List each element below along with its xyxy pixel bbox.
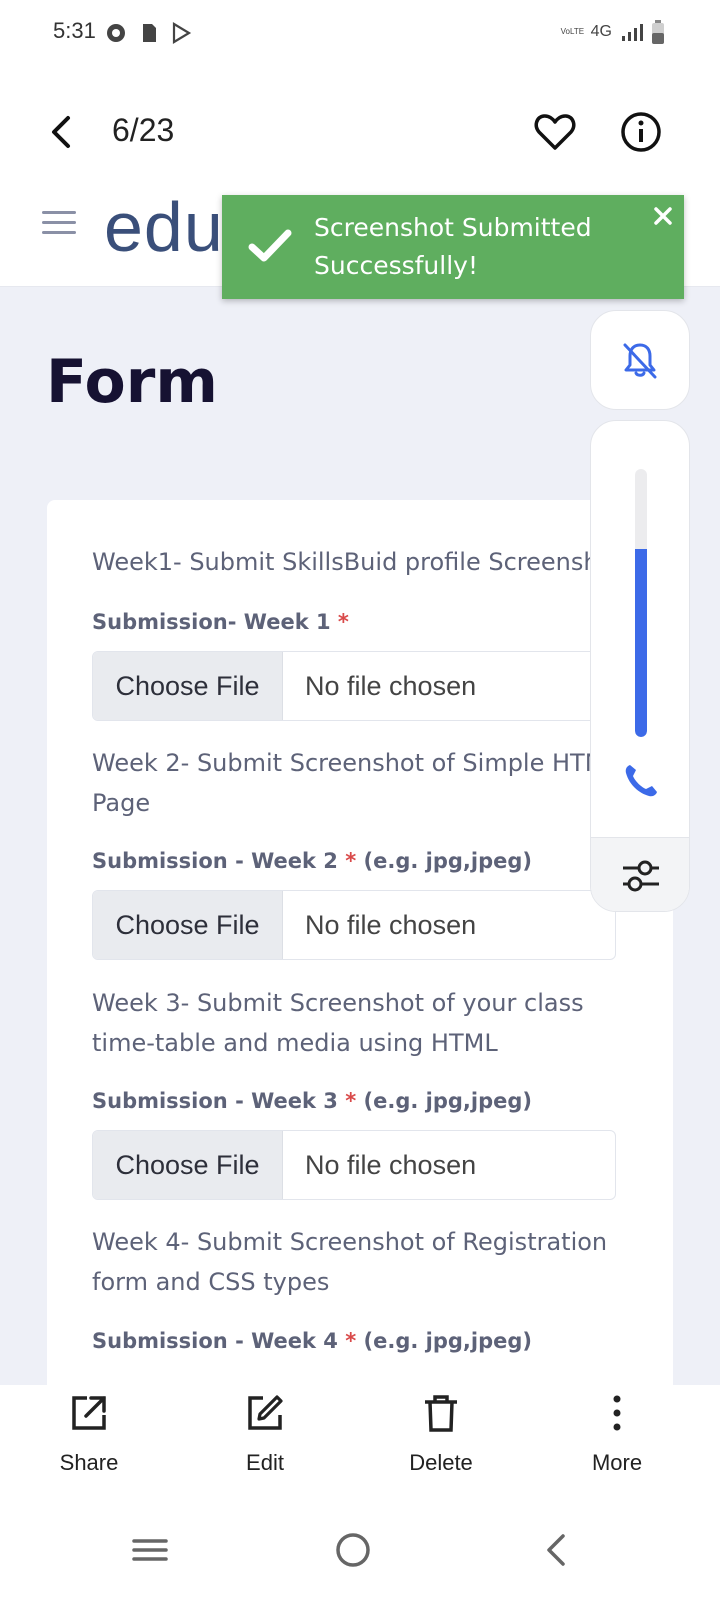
question-2-line-2: Page bbox=[92, 789, 151, 817]
question-2-label: Submission - Week 2 * (e.g. jpg,jpeg) bbox=[92, 849, 532, 873]
format-hint: (e.g. jpg,jpeg) bbox=[363, 1089, 532, 1113]
label-text: Submission - Week 2 bbox=[92, 849, 338, 873]
signal-icon bbox=[622, 24, 643, 41]
week-1-file-input[interactable]: Choose File No file chosen bbox=[92, 651, 616, 721]
hamburger-menu-icon[interactable] bbox=[42, 211, 78, 237]
volume-panel bbox=[590, 420, 690, 912]
volume-slider-fill bbox=[635, 549, 647, 737]
bell-off-icon bbox=[623, 343, 657, 379]
question-1-text: Week1- Submit SkillsBuid profile Screens… bbox=[92, 548, 599, 576]
question-3-label: Submission - Week 3 * (e.g. jpg,jpeg) bbox=[92, 1089, 532, 1113]
week-3-file-input[interactable]: Choose File No file chosen bbox=[92, 1130, 616, 1200]
format-hint: (e.g. jpg,jpeg) bbox=[363, 849, 532, 873]
question-4-label: Submission - Week 4 * (e.g. jpg,jpeg) bbox=[92, 1329, 532, 1353]
choose-file-button[interactable]: Choose File bbox=[93, 1131, 283, 1199]
status-time: 5:31 bbox=[53, 18, 96, 43]
screen: 5:31 VoLTE 4G 6/23 edunet foundation For… bbox=[0, 0, 720, 1600]
share-label: Share bbox=[59, 1450, 119, 1475]
more-button[interactable]: More bbox=[547, 1385, 687, 1500]
checkmark-icon bbox=[248, 229, 292, 262]
file-status: No file chosen bbox=[305, 1149, 477, 1180]
status-right: VoLTE 4G bbox=[561, 20, 664, 44]
question-3-line-2: time-table and media using HTML bbox=[92, 1029, 498, 1057]
edit-label: Edit bbox=[246, 1450, 284, 1475]
share-icon bbox=[72, 1396, 106, 1430]
play-store-icon bbox=[172, 22, 192, 44]
system-nav-bar bbox=[0, 1500, 720, 1600]
shield-icon bbox=[107, 24, 125, 42]
success-toast: Screenshot Submitted Successfully! bbox=[222, 195, 684, 299]
file-status: No file chosen bbox=[305, 909, 477, 940]
back-arrow-icon[interactable] bbox=[40, 110, 84, 154]
network-label: 4G bbox=[590, 23, 612, 40]
toast-message: Screenshot Submitted Successfully! bbox=[314, 213, 592, 280]
question-2-line-1: Week 2- Submit Screenshot of Simple HTM bbox=[92, 749, 606, 777]
file-status: No file chosen bbox=[305, 670, 477, 701]
trash-icon bbox=[425, 1395, 457, 1432]
required-marker: * bbox=[345, 1329, 357, 1353]
required-marker: * bbox=[345, 849, 357, 873]
share-button[interactable]: Share bbox=[19, 1385, 159, 1500]
week-2-file-input[interactable]: Choose File No file chosen bbox=[92, 890, 616, 960]
choose-file-button[interactable]: Choose File bbox=[93, 891, 283, 959]
more-label: More bbox=[591, 1450, 643, 1475]
heart-icon[interactable] bbox=[533, 110, 577, 154]
page-title: Form bbox=[46, 347, 218, 417]
more-vert-icon bbox=[613, 1395, 621, 1431]
label-text: Submission - Week 3 bbox=[92, 1089, 338, 1113]
format-hint: (e.g. jpg,jpeg) bbox=[363, 1329, 532, 1353]
recent-apps-icon[interactable] bbox=[128, 1528, 172, 1572]
question-4-text: Week 4- Submit Screenshot of Registratio… bbox=[92, 1222, 632, 1302]
required-marker: * bbox=[337, 610, 349, 634]
phone-icon bbox=[625, 765, 657, 797]
delete-label: Delete bbox=[409, 1450, 473, 1475]
question-3-line-1: Week 3- Submit Screenshot of your class bbox=[92, 989, 584, 1017]
close-icon[interactable] bbox=[652, 205, 674, 227]
viewer-top-bar: 6/23 bbox=[0, 70, 720, 195]
home-icon[interactable] bbox=[331, 1528, 375, 1572]
sd-card-icon bbox=[143, 24, 156, 42]
nav-back-icon[interactable] bbox=[535, 1528, 579, 1572]
label-text: Submission- Week 1 bbox=[92, 610, 331, 634]
edit-button[interactable]: Edit bbox=[195, 1385, 335, 1500]
action-bar: Share Edit Delete More bbox=[0, 1385, 720, 1500]
info-icon[interactable] bbox=[619, 110, 663, 154]
page-counter: 6/23 bbox=[112, 112, 175, 148]
volte-label: VoLTE bbox=[560, 27, 585, 36]
required-marker: * bbox=[345, 1089, 357, 1113]
sliders-icon bbox=[623, 860, 659, 891]
question-4-line-2: form and CSS types bbox=[92, 1268, 330, 1296]
question-4-line-1: Week 4- Submit Screenshot of Registratio… bbox=[92, 1228, 608, 1256]
question-2-text: Week 2- Submit Screenshot of Simple HTM … bbox=[92, 743, 632, 823]
mute-toggle[interactable] bbox=[590, 310, 690, 410]
delete-button[interactable]: Delete bbox=[371, 1385, 511, 1500]
question-1-label: Submission- Week 1 * bbox=[92, 610, 349, 634]
label-text: Submission - Week 4 bbox=[92, 1329, 338, 1353]
edit-icon bbox=[248, 1395, 283, 1430]
question-3-text: Week 3- Submit Screenshot of your class … bbox=[92, 983, 632, 1063]
form-card: Week1- Submit SkillsBuid profile Screens… bbox=[47, 500, 673, 1385]
volume-slider[interactable] bbox=[635, 469, 647, 737]
status-bar: 5:31 VoLTE 4G bbox=[0, 0, 720, 70]
sound-settings-button[interactable] bbox=[591, 837, 689, 911]
battery-icon bbox=[652, 20, 664, 44]
choose-file-button[interactable]: Choose File bbox=[93, 652, 283, 720]
